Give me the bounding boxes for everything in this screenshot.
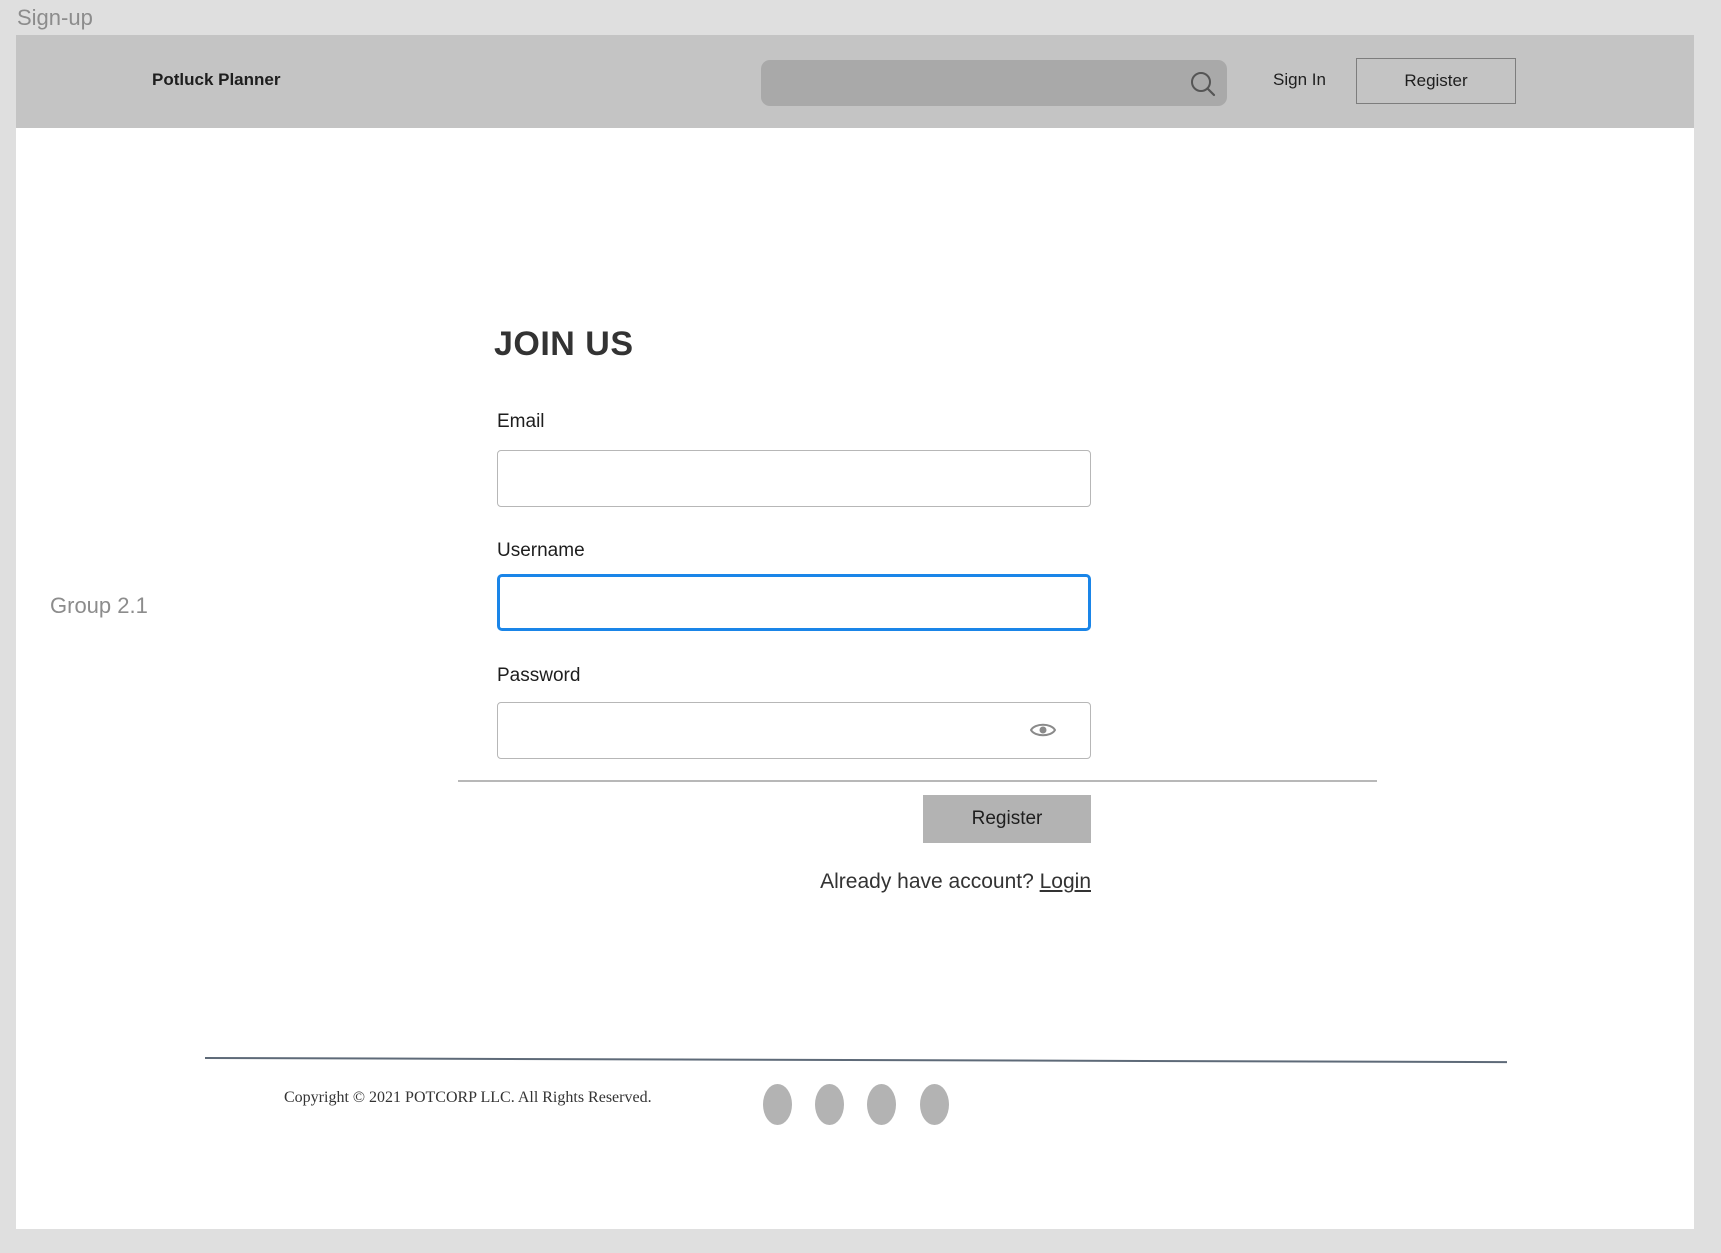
password-label: Password [497, 665, 581, 686]
search-icon[interactable] [1189, 70, 1217, 98]
social-icon-4[interactable] [920, 1084, 949, 1125]
copyright-text: Copyright © 2021 POTCORP LLC. All Rights… [284, 1089, 652, 1106]
social-icon-2[interactable] [815, 1084, 844, 1125]
password-field[interactable] [497, 702, 1091, 759]
register-submit-button[interactable]: Register [923, 795, 1091, 843]
eye-icon[interactable] [1030, 720, 1056, 740]
header-register-button[interactable]: Register [1356, 58, 1516, 104]
search-input[interactable] [761, 60, 1227, 106]
page-frame: Potluck Planner Sign In Register Group 2… [16, 35, 1694, 1229]
social-icon-3[interactable] [867, 1084, 896, 1125]
social-icon-1[interactable] [763, 1084, 792, 1125]
sign-in-link[interactable]: Sign In [1273, 70, 1326, 90]
brand-logo-text[interactable]: Potluck Planner [152, 70, 280, 90]
email-label: Email [497, 411, 545, 432]
username-label: Username [497, 540, 585, 561]
form-divider [458, 780, 1377, 782]
group-label: Group 2.1 [50, 593, 148, 618]
footer-divider [204, 1057, 1507, 1063]
username-field[interactable] [497, 574, 1091, 631]
login-prompt: Already have account? Login [820, 870, 1091, 894]
email-field[interactable] [497, 450, 1091, 507]
page-title: JOIN US [494, 325, 634, 363]
top-navbar: Potluck Planner Sign In Register [16, 35, 1694, 128]
login-link[interactable]: Login [1040, 870, 1091, 893]
login-prompt-text: Already have account? [820, 870, 1034, 893]
artboard-title: Sign-up [17, 5, 93, 30]
